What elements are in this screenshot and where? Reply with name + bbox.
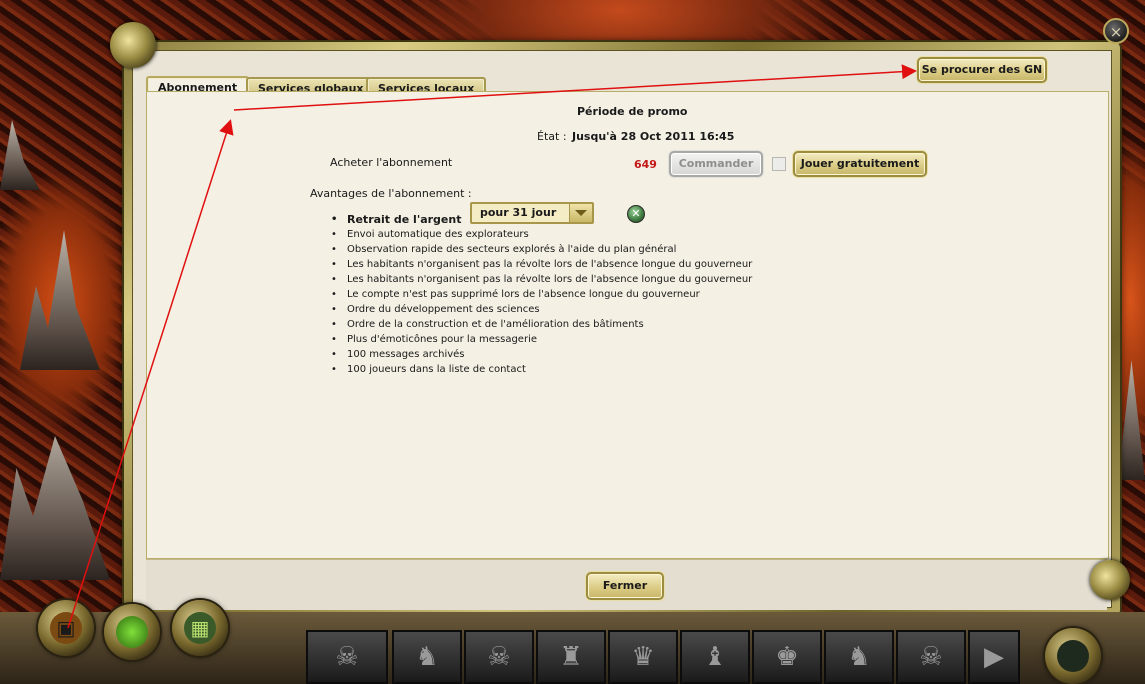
unit-slot-icon[interactable]: ☠ [464,630,534,684]
price-value: 649 [634,158,657,171]
free-play-button[interactable]: Jouer gratuitement [793,151,927,177]
buy-label: Acheter l'abonnement [330,156,453,169]
unit-slot-icon[interactable]: ♞ [392,630,462,684]
close-icon[interactable]: × [1103,18,1129,44]
unit-slot-icon[interactable]: ♛ [608,630,678,684]
benefits-title: Avantages de l'abonnement : [310,187,472,200]
state-value: Jusqu'à 28 Oct 2011 16:45 [572,130,735,143]
grid-icon: ▦ [184,612,216,644]
order-button[interactable]: Commander [669,151,763,177]
map-grid-button[interactable]: ▦ [172,600,228,656]
minimap-button[interactable] [1045,628,1101,684]
content-panel: Période de promo État : Jusqu'à 28 Oct 2… [146,91,1109,559]
price-text: 649 [634,158,657,171]
close-window-button[interactable]: Fermer [586,572,664,600]
list-item: Retrait de l'argent [331,212,752,227]
list-item: Les habitants n'organisent pas la révolt… [331,257,752,272]
unit-slot-icon[interactable]: ♞ [824,630,894,684]
minimap-icon [1057,640,1089,672]
footer-panel: Fermer [146,559,1107,610]
unit-slot-icon[interactable]: ♝ [680,630,750,684]
subscription-window: Abonnement Services globaux Services loc… [124,42,1120,616]
potion-button[interactable] [104,604,160,660]
demon-portrait-icon[interactable]: ☠ [306,630,388,684]
scroll-right-icon[interactable]: ▶ [968,630,1020,684]
list-item: Observation rapide des secteurs explorés… [331,242,752,257]
unit-slot-icon[interactable]: ♜ [536,630,606,684]
state-label: État : [537,130,567,143]
frame-ornament-icon [110,22,156,68]
list-item: Ordre du développement des sciences [331,302,752,317]
treasure-chest-button[interactable]: ▣ [38,600,94,656]
free-play-checkbox[interactable] [772,157,786,171]
list-item: Plus d'émoticônes pour la messagerie [331,332,752,347]
unit-slot-icon[interactable]: ☠ [896,630,966,684]
list-item: Le compte n'est pas supprimé lors de l'a… [331,287,752,302]
treasure-chest-icon: ▣ [50,612,82,644]
unit-slot-icon[interactable]: ♚ [752,630,822,684]
get-gn-button[interactable]: Se procurer des GN [917,57,1047,83]
promo-title: Période de promo [577,105,688,118]
benefits-list: Retrait de l'argent Envoi automatique de… [331,212,752,377]
potion-icon [116,616,148,648]
list-item: Ordre de la construction et de l'amélior… [331,317,752,332]
list-item: Les habitants n'organisent pas la révolt… [331,272,752,287]
window-body: Abonnement Services globaux Services loc… [132,50,1112,610]
list-item: Envoi automatique des explorateurs [331,227,752,242]
frame-ornament-icon [1090,560,1130,600]
list-item: 100 messages archivés [331,347,752,362]
list-item: 100 joueurs dans la liste de contact [331,362,752,377]
